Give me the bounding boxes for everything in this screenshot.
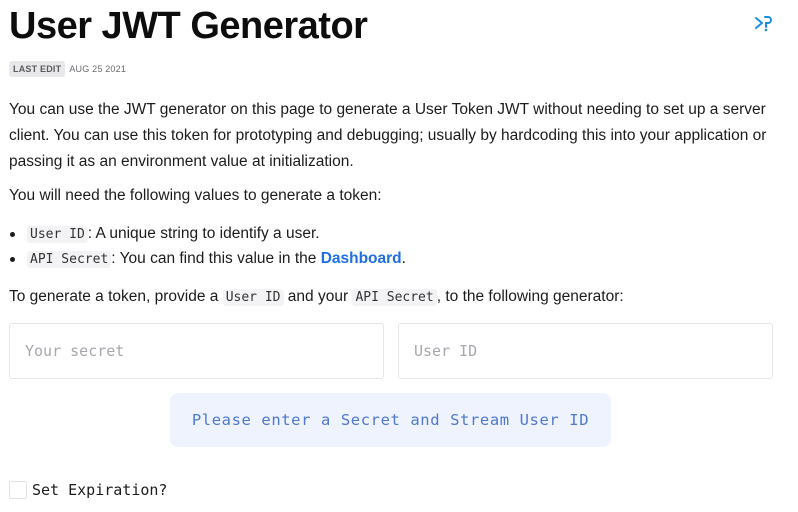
last-edit-date: AUG 25 2021 bbox=[69, 64, 127, 74]
list-item-text: : A unique string to identify a user. bbox=[87, 225, 320, 242]
secret-input[interactable] bbox=[9, 323, 384, 379]
expiration-label: Set Expiration? bbox=[32, 481, 168, 499]
last-edit-badge: LAST EDIT bbox=[9, 61, 66, 77]
instruction-paragraph: To generate a token, provide a User ID a… bbox=[9, 284, 779, 311]
expiration-checkbox[interactable] bbox=[9, 481, 27, 499]
instruction-text: , to the following generator: bbox=[436, 288, 624, 305]
api-secret-code: API Secret bbox=[352, 289, 437, 306]
dashboard-link[interactable]: Dashboard bbox=[321, 250, 402, 267]
list-item: User ID: A unique string to identify a u… bbox=[9, 222, 406, 247]
page-title: User JWT Generator bbox=[9, 5, 368, 47]
instruction-text: To generate a token, provide a bbox=[9, 288, 223, 305]
values-intro: You will need the following values to ge… bbox=[9, 187, 382, 204]
list-item-text: : You can find this value in the bbox=[111, 250, 321, 267]
user-id-code: User ID bbox=[222, 289, 284, 306]
list-item: API Secret: You can find this value in t… bbox=[9, 247, 406, 272]
instruction-text: and your bbox=[283, 288, 353, 305]
list-item-suffix: . bbox=[401, 250, 406, 267]
user-id-code: User ID bbox=[27, 226, 88, 243]
expiration-option: Set Expiration? bbox=[9, 481, 167, 499]
docs-link-icon[interactable] bbox=[753, 13, 773, 33]
last-edit-meta: LAST EDIT AUG 25 2021 bbox=[9, 61, 126, 77]
api-secret-code: API Secret bbox=[27, 251, 112, 268]
generate-token-button[interactable]: Please enter a Secret and Stream User ID bbox=[170, 393, 611, 447]
user-id-input[interactable] bbox=[398, 323, 773, 379]
required-values-list: User ID: A unique string to identify a u… bbox=[9, 222, 406, 272]
intro-paragraph: You can use the JWT generator on this pa… bbox=[9, 101, 767, 170]
